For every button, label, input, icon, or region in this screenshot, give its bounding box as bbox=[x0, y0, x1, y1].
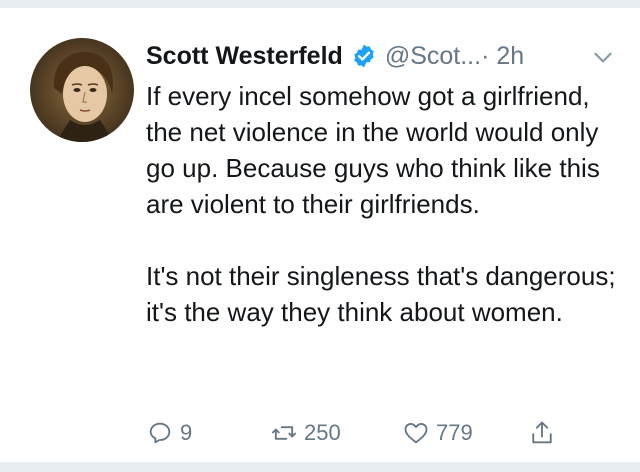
reply-icon bbox=[149, 422, 171, 444]
heart-icon bbox=[404, 422, 428, 444]
chevron-down-icon[interactable] bbox=[590, 44, 616, 70]
tweet-text: If every incel somehow got a girlfriend,… bbox=[146, 78, 616, 330]
like-count: 779 bbox=[436, 420, 473, 445]
share-icon bbox=[532, 421, 552, 444]
tweet[interactable]: Scott Westerfeld @Scot... · 2h If every … bbox=[0, 8, 640, 462]
like-button[interactable]: 779 bbox=[402, 418, 473, 448]
tweet-paragraph: If every incel somehow got a girlfriend,… bbox=[146, 81, 600, 219]
tweet-actions: 9 250 779 bbox=[146, 418, 626, 448]
reply-count: 9 bbox=[180, 420, 193, 445]
retweet-button[interactable]: 250 bbox=[270, 418, 341, 448]
user-handle[interactable]: @Scot... bbox=[385, 42, 481, 71]
timestamp[interactable]: · 2h bbox=[481, 42, 524, 71]
top-divider bbox=[0, 0, 640, 8]
retweet-count: 250 bbox=[304, 420, 341, 445]
retweet-icon bbox=[271, 426, 297, 440]
tweet-paragraph: It's not their singleness that's dangero… bbox=[146, 261, 616, 327]
display-name[interactable]: Scott Westerfeld bbox=[146, 42, 343, 71]
verified-badge-icon bbox=[354, 44, 374, 68]
bottom-divider bbox=[0, 462, 640, 472]
share-button[interactable] bbox=[528, 418, 556, 448]
tweet-header: Scott Westerfeld @Scot... · 2h bbox=[146, 36, 524, 76]
avatar[interactable] bbox=[30, 38, 134, 142]
reply-button[interactable]: 9 bbox=[146, 418, 192, 448]
